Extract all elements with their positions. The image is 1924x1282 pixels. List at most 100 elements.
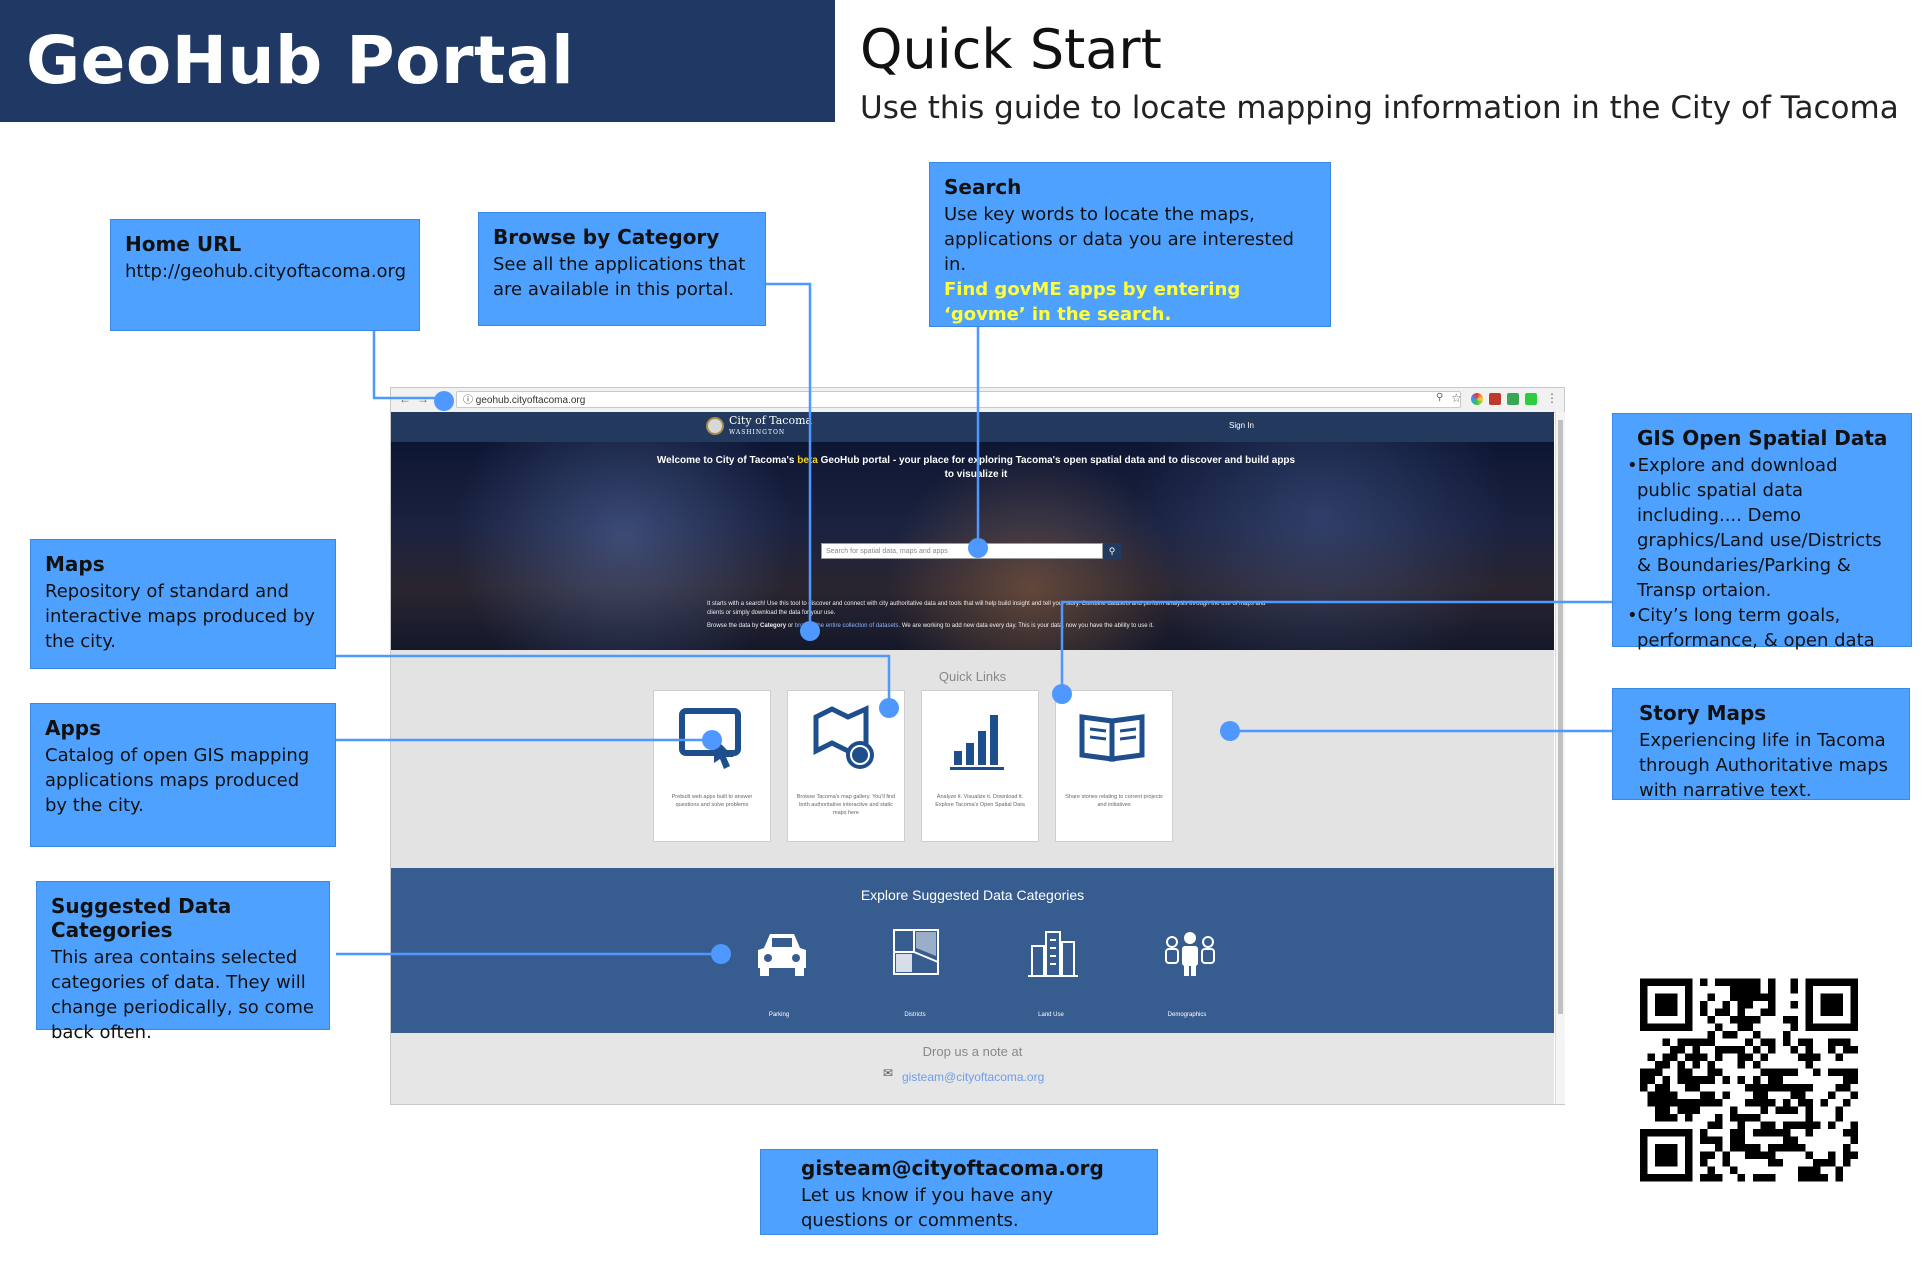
suggested-title: Suggested Data Categories — [51, 894, 232, 942]
site-navbar: City of Tacoma WASHINGTON Sign In — [391, 412, 1554, 442]
evernote-extension-icon[interactable] — [1525, 393, 1537, 405]
story-maps-title: Story Maps — [1639, 701, 1767, 725]
story-maps-callout: Story Maps Experiencing life in Tacoma t… — [1612, 688, 1910, 801]
zoom-icon[interactable]: ⚲ — [1436, 392, 1443, 403]
address-bar[interactable]: ⓘ geohub.cityoftacoma.org — [456, 391, 1461, 408]
maps-callout: Maps Repository of standard and interact… — [30, 539, 336, 669]
forward-arrow-icon[interactable]: → — [417, 392, 429, 406]
people-icon — [1165, 932, 1215, 976]
browse-marker — [800, 621, 820, 641]
category-demographics-label: Demographics — [1167, 1012, 1207, 1018]
home-url-value[interactable]: http://geohub.cityoftacoma.org — [125, 259, 406, 284]
qr-code-icon[interactable] — [1640, 978, 1858, 1182]
site-search-input[interactable]: Search for spatial data, maps and apps — [821, 543, 1103, 559]
browse-text-a: Browse the data by — [707, 623, 759, 629]
hero-browse-text: Browse the data by Category or browse th… — [707, 622, 1267, 631]
browse-title: Browse by Category — [493, 225, 720, 249]
info-icon: ⓘ — [463, 395, 476, 406]
maps-body: Repository of standard and interactive m… — [45, 581, 315, 652]
buildings-icon — [1028, 931, 1078, 977]
contact-callout: gisteam@cityoftacoma.org Let us know if … — [760, 1149, 1158, 1235]
car-icon — [758, 934, 806, 976]
drop-note-text: Drop us a note at — [922, 1044, 1023, 1059]
data-card[interactable]: Analyze it. Visualize it. Download it. E… — [921, 690, 1039, 842]
back-arrow-icon[interactable]: ← — [399, 392, 411, 406]
quick-links-title: Quick Links — [938, 669, 1007, 684]
apps-body: Catalog of open GIS mapping applications… — [45, 745, 310, 816]
site-search-button[interactable]: ⚲ — [1103, 543, 1121, 559]
logo-name: City of Tacoma — [729, 414, 813, 427]
map-globe-icon — [813, 705, 874, 769]
gis-open-item: Explore and download public spatial data… — [1637, 453, 1897, 603]
apps-card[interactable]: Prebuilt web apps built to answer questi… — [653, 690, 771, 842]
scrollbar[interactable] — [1555, 412, 1565, 1104]
search-body: Use key words to locate the maps, applic… — [944, 204, 1294, 275]
logo-subtitle: WASHINGTON — [729, 429, 786, 436]
extension-color-icon[interactable] — [1471, 393, 1483, 405]
story-maps-card-caption: Share stories relating to current projec… — [1065, 794, 1163, 808]
welcome-before: Welcome to City of Tacoma's — [656, 455, 795, 466]
welcome-text: Welcome to City of Tacoma's beta GeoHub … — [651, 454, 1301, 482]
explore-title: Explore Suggested Data Categories — [860, 887, 1085, 903]
browse-text-or: or — [787, 623, 794, 629]
quick-links-section: Quick Links Prebuilt web apps built to a… — [391, 650, 1554, 868]
apps-title: Apps — [45, 716, 102, 740]
address-url: geohub.cityoftacoma.org — [475, 395, 586, 406]
bar-chart-icon — [950, 715, 1004, 770]
browser-screenshot: ← → ↻ ⓘ geohub.cityoftacoma.org ⚲ ☆ ⋮ Ci… — [390, 387, 1565, 1105]
maps-marker — [879, 698, 899, 718]
browser-toolbar: ← → ↻ ⓘ geohub.cityoftacoma.org ⚲ ☆ ⋮ — [391, 388, 1564, 413]
city-logo[interactable]: City of Tacoma WASHINGTON — [729, 415, 812, 439]
gis-open-title: GIS Open Spatial Data — [1637, 426, 1888, 450]
suggested-categories-callout: Suggested Data Categories This area cont… — [36, 881, 330, 1043]
story-maps-body: Experiencing life in Tacoma through Auth… — [1639, 730, 1889, 801]
browse-body: See all the applications that are availa… — [493, 254, 746, 300]
open-book-icon — [1079, 714, 1145, 762]
search-icon: ⚲ — [1108, 546, 1116, 556]
search-marker — [968, 538, 988, 558]
title-banner: GeoHub Portal — [0, 0, 835, 122]
email-link[interactable]: gisteam@cityoftacoma.org — [902, 1070, 1044, 1084]
story-maps-card[interactable]: Share stories relating to current projec… — [1055, 690, 1173, 842]
scrollbar-thumb[interactable] — [1558, 420, 1563, 1014]
gis-open-marker — [1052, 684, 1072, 704]
apps-callout: Apps Catalog of open GIS mapping applica… — [30, 703, 336, 847]
gis-open-item: City’s long term goals, performance, & o… — [1637, 603, 1897, 653]
quick-start-subtitle: Use this guide to locate mapping informa… — [860, 90, 1899, 126]
green-extension-icon[interactable] — [1507, 393, 1519, 405]
districts-map-icon — [893, 929, 939, 975]
search-title: Search — [944, 175, 1022, 199]
category-districts-label: Districts — [904, 1012, 926, 1018]
city-seal-icon — [706, 417, 724, 435]
quick-start-title: Quick Start — [860, 18, 1162, 81]
welcome-beta: beta — [797, 455, 818, 466]
category-link[interactable]: Category — [760, 623, 786, 629]
contact-body: Let us know if you have any questions or… — [801, 1185, 1054, 1231]
category-land-use-label: Land Use — [1038, 1012, 1064, 1018]
suggested-marker — [711, 944, 731, 964]
gis-open-data-callout: GIS Open Spatial Data Explore and downlo… — [1612, 413, 1912, 651]
search-callout: Search Use key words to locate the maps,… — [929, 162, 1331, 327]
site-footer: Drop us a note at ✉ gisteam@cityoftacoma… — [391, 1033, 1554, 1104]
portal-title: GeoHub Portal — [26, 22, 575, 99]
welcome-after: GeoHub portal - your place for exploring… — [820, 455, 1296, 480]
story-maps-marker — [1220, 721, 1240, 741]
hero-intro-text: It starts with a search! Use this tool t… — [707, 601, 1266, 616]
home-url-marker — [434, 391, 454, 411]
pdf-extension-icon[interactable] — [1489, 393, 1501, 405]
explore-categories-section: Explore Suggested Data Categories Parkin… — [391, 868, 1554, 1033]
contact-email[interactable]: gisteam@cityoftacoma.org — [801, 1156, 1143, 1180]
search-highlight: Find govME apps by entering ‘govme’ in t… — [944, 279, 1241, 325]
bookmark-star-icon[interactable]: ☆ — [1451, 391, 1462, 405]
maps-title: Maps — [45, 552, 105, 576]
menu-dots-icon[interactable]: ⋮ — [1546, 391, 1558, 405]
suggested-body: This area contains selected categories o… — [51, 947, 314, 1043]
maps-card-caption: Browse Tacoma's map gallery. You'll find… — [796, 794, 896, 816]
browse-text-d: We are working to add new data every day… — [901, 623, 1154, 629]
category-parking-label: Parking — [768, 1012, 790, 1018]
home-url-callout: Home URL http://geohub.cityoftacoma.org — [110, 219, 420, 331]
sign-in-link[interactable]: Sign In — [1229, 421, 1254, 430]
apps-card-caption: Prebuilt web apps built to answer questi… — [671, 794, 753, 808]
browse-callout: Browse by Category See all the applicati… — [478, 212, 766, 326]
data-card-caption: Analyze it. Visualize it. Download it. E… — [935, 794, 1025, 808]
